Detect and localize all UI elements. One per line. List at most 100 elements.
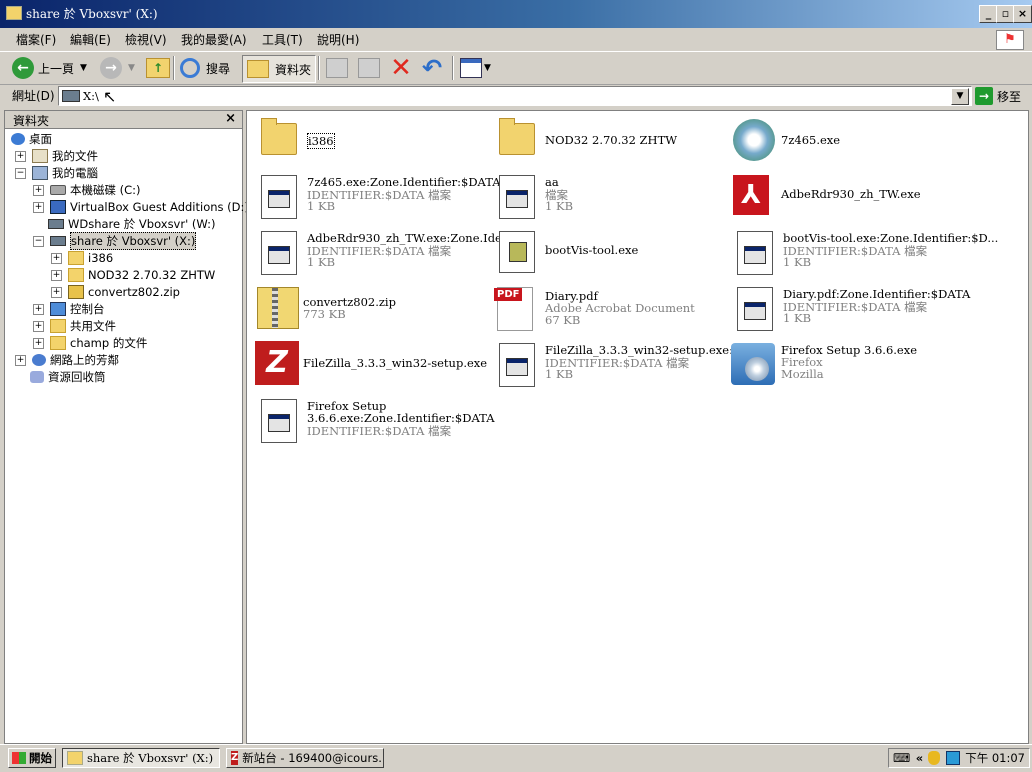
tree-item-control-panel[interactable]: + 控制台 — [33, 301, 105, 317]
expand-icon[interactable]: + — [15, 354, 26, 366]
security-shield-icon[interactable] — [928, 751, 941, 765]
expand-icon[interactable]: + — [33, 303, 44, 315]
tree-item-i386[interactable]: + i386 — [51, 250, 113, 266]
expand-icon[interactable]: + — [33, 320, 44, 332]
back-button[interactable]: ← 上一頁 ▼ — [12, 55, 87, 81]
file-item-adbe-zone[interactable]: AdbeRdr930_zh_TW.exe:Zone.Ide... IDENTIF… — [255, 229, 513, 277]
folders-button[interactable]: 資料夾 — [242, 55, 317, 83]
tree-item-wdshare[interactable]: WDshare 於 Vboxsvr' (W:) — [48, 216, 215, 232]
tree-label: 共用文件 — [70, 319, 116, 333]
close-button[interactable]: × — [1013, 5, 1032, 23]
file-item-7z465[interactable]: 7z465.exe — [729, 117, 1019, 165]
virtualbox-tray-icon[interactable] — [945, 751, 960, 765]
show-hidden-icons-chevron-icon[interactable]: « — [916, 751, 923, 765]
tree-item-my-documents[interactable]: + 我的文件 — [15, 148, 98, 164]
file-item-bootvis[interactable]: bootVis-tool.exe — [493, 229, 723, 277]
file-item-firefox-zone[interactable]: Firefox Setup 3.6.6.exe:Zone.Identifier:… — [255, 397, 495, 445]
dropdown-arrow-icon[interactable]: ▼ — [484, 63, 491, 73]
menu-file[interactable]: 檔案(F) — [16, 31, 56, 48]
tree-item-my-computer[interactable]: − 我的電腦 — [15, 165, 98, 181]
folders-icon — [247, 60, 269, 78]
delete-x-icon: ✕ — [390, 53, 412, 83]
tree-item-shared-documents[interactable]: + 共用文件 — [33, 318, 116, 334]
clock[interactable]: 下午 01:07 — [965, 750, 1025, 766]
up-folder-button[interactable]: ↑ — [146, 55, 170, 81]
folders-pane-header: 資料夾 × — [5, 111, 242, 129]
file-size: 773 KB — [303, 307, 346, 321]
file-item-7z-zone[interactable]: 7z465.exe:Zone.Identifier:$DATA IDENTIFI… — [255, 173, 501, 221]
file-item-aa[interactable]: aa 檔案 1 KB — [493, 173, 723, 221]
network-share-icon — [48, 219, 64, 229]
tree-item-virtualbox-cd[interactable]: + VirtualBox Guest Additions (D:) — [33, 199, 249, 215]
task-filezilla[interactable]: Z 新站台 - 169400@icours... — [226, 748, 384, 768]
generic-file-icon — [255, 173, 301, 219]
back-arrow-icon: ← — [12, 57, 34, 79]
firefox-setup-icon — [729, 341, 775, 387]
copy-to-icon — [358, 58, 380, 78]
menu-help[interactable]: 說明(H) — [317, 31, 359, 48]
delete-button[interactable]: ✕ — [389, 55, 413, 81]
tree-item-convertz[interactable]: + convertz802.zip — [51, 284, 180, 300]
tree-item-local-disk[interactable]: + 本機磁碟 (C:) — [33, 182, 141, 198]
toolbar-separator — [318, 56, 320, 80]
tree-label-selected: share 於 Vboxsvr' (X:) — [70, 232, 197, 250]
task-label: share 於 Vboxsvr' (X:) — [87, 751, 214, 765]
undo-button[interactable]: ↶ — [420, 55, 444, 81]
views-button[interactable]: ▼ — [460, 55, 491, 81]
dropdown-arrow-icon[interactable]: ▼ — [80, 63, 87, 73]
expand-icon[interactable]: + — [33, 201, 44, 213]
close-pane-icon[interactable]: × — [225, 111, 236, 126]
network-share-icon — [50, 236, 66, 246]
menu-view[interactable]: 檢視(V) — [125, 31, 167, 48]
menu-edit[interactable]: 編輯(E) — [70, 31, 111, 48]
toolbar-separator — [173, 56, 175, 80]
menu-favorites[interactable]: 我的最愛(A) — [181, 31, 247, 48]
expand-icon[interactable]: + — [51, 286, 62, 298]
file-item-filezilla-zone[interactable]: FileZilla_3.3.3_win32-setup.exe:Zo... ID… — [493, 341, 759, 389]
expand-icon[interactable]: + — [15, 150, 26, 162]
search-button[interactable]: 搜尋 — [180, 55, 230, 81]
move-to-icon — [326, 58, 348, 78]
task-explorer[interactable]: share 於 Vboxsvr' (X:) — [62, 748, 220, 768]
file-item-firefox-setup[interactable]: Firefox Setup 3.6.6.exe Firefox Mozilla — [729, 341, 1019, 389]
expand-icon[interactable]: + — [33, 184, 44, 196]
expand-icon[interactable]: + — [51, 269, 62, 281]
start-button[interactable]: 開始 — [8, 748, 56, 768]
tree-item-recycle-bin[interactable]: 資源回收筒 — [30, 369, 106, 385]
collapse-icon[interactable]: − — [15, 167, 26, 179]
tree-item-network-places[interactable]: + 網路上的芳鄰 — [15, 352, 119, 368]
file-item-adberdr[interactable]: ⅄ AdbeRdr930_zh_TW.exe — [729, 173, 1019, 221]
tree-item-share[interactable]: − share 於 Vboxsvr' (X:) — [33, 232, 197, 250]
menu-tools[interactable]: 工具(T) — [262, 31, 303, 48]
file-item-diary-zone[interactable]: Diary.pdf:Zone.Identifier:$DATA IDENTIFI… — [731, 285, 1021, 333]
file-item-convertz[interactable]: convertz802.zip 773 KB — [251, 285, 481, 333]
dropdown-arrow-icon[interactable]: ▼ — [128, 63, 135, 73]
expand-icon[interactable]: + — [51, 252, 62, 264]
file-item-diary-pdf[interactable]: PDF Diary.pdf Adobe Acrobat Document 67 … — [493, 285, 723, 333]
file-item-filezilla[interactable]: Z FileZilla_3.3.3_win32-setup.exe — [251, 339, 487, 387]
bootvis-icon — [493, 229, 539, 275]
tree-item-desktop[interactable]: 桌面 — [11, 131, 52, 147]
keyboard-icon[interactable]: ⌨ — [893, 751, 910, 765]
forward-button[interactable]: → ▼ — [100, 55, 135, 81]
start-label: 開始 — [29, 751, 52, 765]
address-input[interactable]: X:\ ↖ ▼ — [58, 86, 972, 106]
file-item-nod32[interactable]: NOD32 2.70.32 ZHTW — [493, 117, 723, 165]
windows-logo-icon: ⚑ — [996, 30, 1024, 50]
control-panel-icon — [50, 302, 66, 316]
generic-file-icon — [493, 341, 539, 387]
address-dropdown-button[interactable]: ▼ — [951, 88, 969, 105]
file-item-bootvis-zone[interactable]: bootVis-tool.exe:Zone.Identifier:$D... I… — [731, 229, 1021, 277]
expand-icon[interactable]: + — [33, 337, 44, 349]
move-to-button[interactable] — [326, 55, 348, 81]
file-item-i386[interactable]: i386 — [255, 117, 485, 165]
tree-item-champ-documents[interactable]: + champ 的文件 — [33, 335, 147, 351]
up-folder-icon: ↑ — [146, 58, 170, 78]
tree-item-nod32[interactable]: + NOD32 2.70.32 ZHTW — [51, 267, 215, 283]
tree-label: 我的文件 — [52, 149, 98, 163]
collapse-icon[interactable]: − — [33, 235, 44, 247]
copy-to-button[interactable] — [358, 55, 380, 81]
go-button[interactable]: → 移至 — [975, 87, 1021, 105]
desktop-icon — [11, 133, 25, 145]
file-size: 1 KB — [307, 199, 336, 213]
